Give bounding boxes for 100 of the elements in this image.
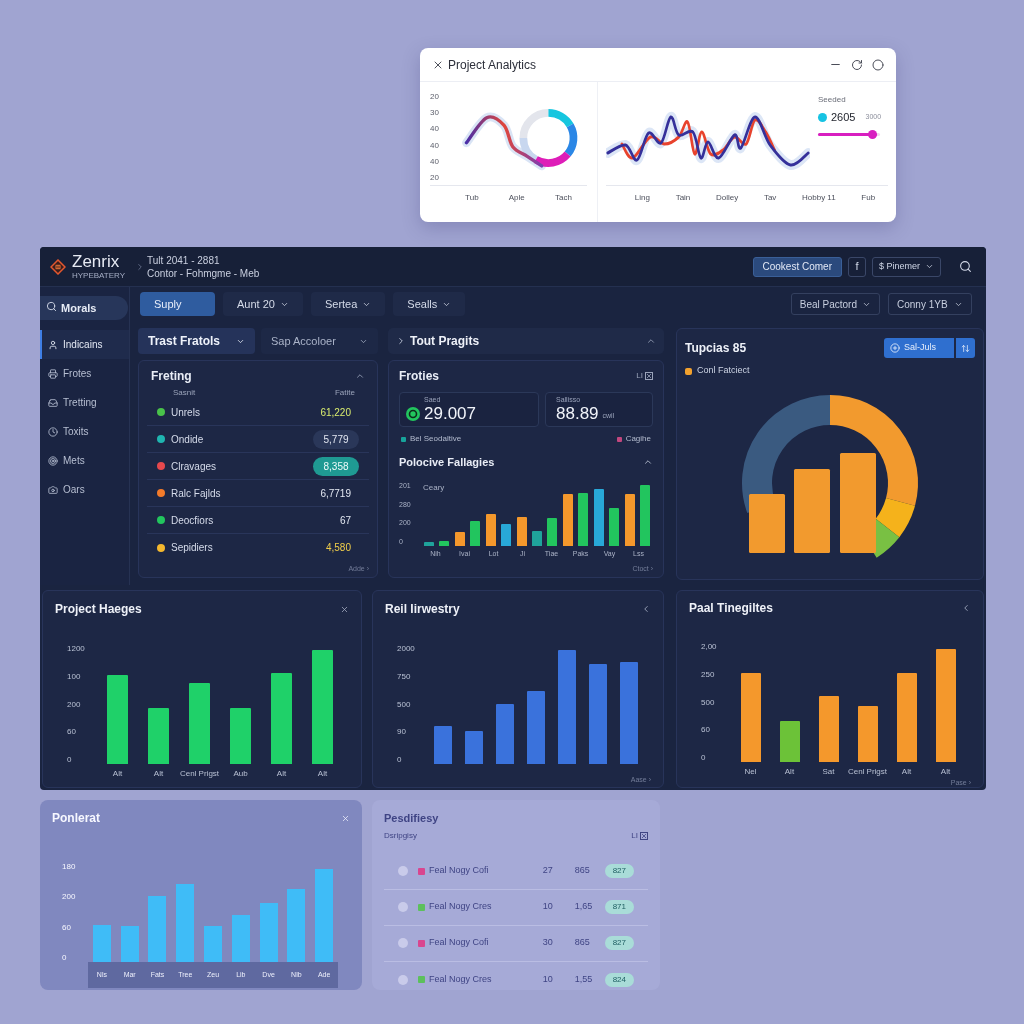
menu-button[interactable]: $ Pinemer [871,256,941,277]
filter-dropdown[interactable]: Trast Fratols [138,328,255,354]
card-title: Froties [399,368,439,385]
axis-label: 0 [67,755,73,764]
axis-label: 0 [701,753,707,762]
row-count: 27 [542,864,554,878]
axis-label: Fub [861,192,876,204]
toolbar-button[interactable]: Suply [140,292,215,316]
chart-bar [439,541,450,546]
dropdown-button[interactable]: Aunt 20 [223,292,303,316]
slider-thumb[interactable] [868,129,878,139]
axis-label: 0 [397,755,403,764]
brand-name: Zenrix [72,253,121,271]
add-button[interactable]: Sal-Juls [884,338,954,358]
nav-item[interactable]: Frotes [40,359,129,388]
legend-swatch-icon [685,367,692,375]
value-badge: 8,358 [313,456,359,476]
chevron-left-icon[interactable] [641,604,651,614]
nav-item[interactable]: Mets [40,446,129,475]
legend-label: Conl Fatciect [697,364,750,378]
axis-label: Alt [153,768,164,780]
chevron-up-icon[interactable] [646,336,656,346]
axis-label: 20 [430,172,440,182]
breadcrumb-text: Tult 2041 - 2881 [147,253,221,267]
close-icon[interactable] [340,604,349,614]
value-badge: 871 [604,900,634,914]
legend-label: Cagihe [625,433,651,445]
axis-label: 60 [701,725,711,735]
window-title: Project Analytics [448,56,537,74]
axis-label: Aple [508,192,525,204]
chart-bar [423,542,434,546]
sort-icon [961,343,970,353]
value-badge: 5,779 [313,429,359,449]
card-title: Paal Tinegiltes [689,600,773,617]
section-title: Tout Pragits [410,333,480,350]
chart-bar [148,708,169,764]
row-amount: 1,65 [574,900,594,914]
circle-icon[interactable] [872,58,884,71]
row-label: Unrels [171,405,200,420]
axis-label: 500 [701,697,716,707]
axis-label: Cenl Prigst [179,768,220,780]
value-badge: 827 [604,864,634,878]
nav-item[interactable]: Tretting [40,388,129,417]
checkbox[interactable] [398,974,408,985]
legend-label: Bel Seodaltive [410,433,462,445]
row-label: Ralc Fajlds [171,486,221,501]
dropdown-button[interactable]: Sertea [310,292,386,316]
row-count: 10 [542,900,554,914]
stat-value: 29.007 [424,404,476,424]
chart-bar [231,915,250,962]
chevron-left-icon[interactable] [961,603,971,613]
header-button[interactable]: Cookest Comer [752,256,842,277]
axis-label: Dolley [716,192,739,204]
axis-label: 1200 [67,644,86,653]
row-label: Clravages [171,459,217,474]
axis-label: Tav [763,192,777,204]
search-field[interactable]: Morals [40,296,128,320]
row-label: Sepidiers [171,541,213,555]
checkbox[interactable] [398,866,408,876]
nav-item[interactable]: Oars [40,475,129,504]
crossed-box-icon [645,372,653,380]
axis-label: Sat [822,766,835,778]
axis-label: Ling [634,192,650,204]
chevron-up-icon[interactable] [643,457,653,467]
chart-bar [818,696,839,762]
chart-bar [578,493,589,546]
checkbox[interactable] [398,938,408,948]
search-icon[interactable] [959,260,972,273]
dropdown-button[interactable]: Sealls [393,292,466,316]
axis-label: Cenl Prigst [847,766,888,778]
status-ring-icon [406,407,420,421]
select-field[interactable]: Conny 1YB [888,293,972,315]
checkbox[interactable] [398,902,408,912]
axis-label: 750 [397,671,412,681]
tray-icon [48,397,58,408]
nav-item[interactable]: Toxits [40,417,129,446]
filter-dropdown[interactable]: Sap Accoloer [261,328,378,354]
series-label: Ceary [423,482,445,494]
legend-value: 2605 [831,110,856,125]
dropdown-button[interactable]: Beal Pactord [790,293,880,315]
refresh-icon[interactable] [851,58,863,71]
chart-bar [454,532,465,546]
axis-label: 20 [430,92,440,101]
chevron-up-icon[interactable] [355,371,365,381]
value-text: 67 [339,513,352,528]
nav-item[interactable]: Indicains [40,330,129,359]
chart-bar [485,514,496,546]
axis-label: Alt [940,766,951,778]
user-icon [48,339,58,350]
chart-bar [501,524,512,546]
chart-bar [779,721,800,762]
header-icon-button[interactable]: f [847,256,866,277]
clock-icon [48,426,58,437]
value-text: 6,7719 [320,486,352,501]
chart-bar [749,494,785,553]
axis-label: Tach [555,192,572,204]
logo-icon [50,258,66,275]
chart-bar [92,925,111,962]
chart-bar [495,704,514,764]
sort-button[interactable] [956,338,975,358]
